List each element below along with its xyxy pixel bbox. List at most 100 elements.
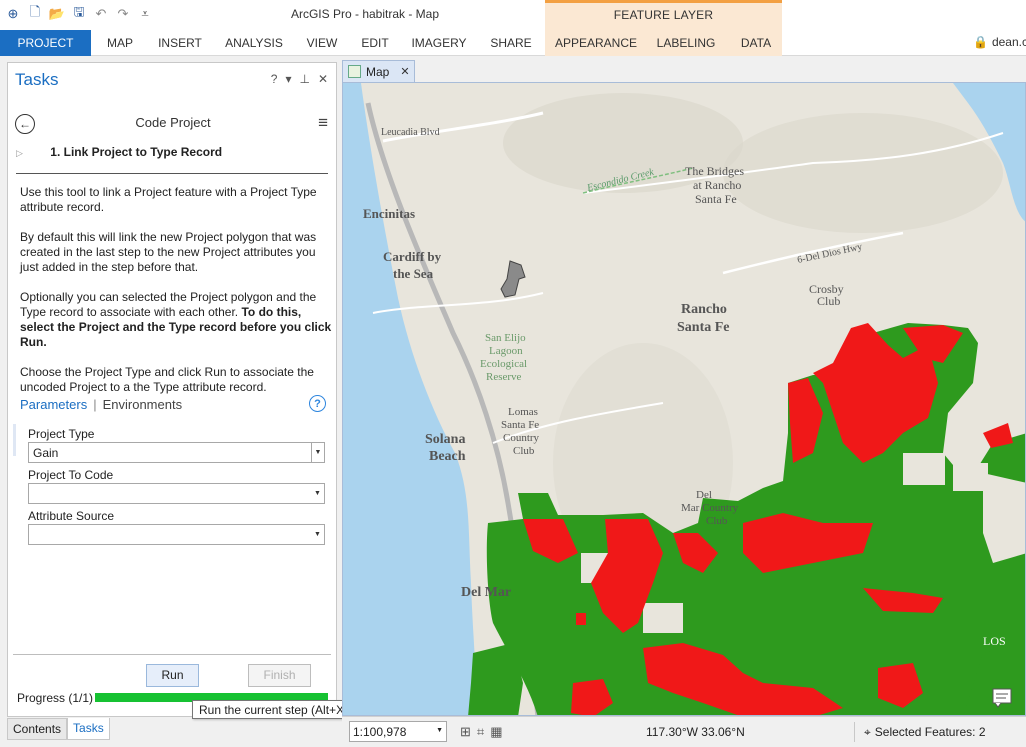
chevron-down-icon[interactable]: ▼ [311,525,324,544]
project-type-value: Gain [33,446,59,460]
hamburger-menu-icon[interactable]: ≡ [318,114,328,131]
attribute-source-select[interactable]: ▼ [28,524,325,545]
map-label-road: Leucadia Blvd [381,127,440,138]
tab-edit[interactable]: EDIT [355,30,395,56]
land-parcel [953,463,988,491]
tab-view[interactable]: VIEW [300,30,344,56]
step-title: 1. Link Project to Type Record [50,145,223,159]
map-tools: ⊞ ⌗ ▦ [460,724,503,740]
map-label-place: Club [817,294,840,308]
tab-insert[interactable]: INSERT [152,30,208,56]
map-label-place: Country [503,432,540,444]
tab-share[interactable]: SHARE [484,30,538,56]
chevron-down-icon[interactable]: ▼ [436,727,443,734]
parameter-tabs: Parameters | Environments [20,397,182,412]
project-type-select[interactable]: Gain ▼ [28,442,325,463]
instruction-paragraph: Choose the Project Type and click Run to… [20,365,314,394]
close-icon[interactable]: ✕ [318,72,328,86]
map-label-city: Encinitas [363,206,415,221]
map-canvas[interactable]: Leucadia Blvd Encinitas Cardiff by the S… [342,82,1026,716]
run-button[interactable]: Run [146,664,199,687]
scale-value: 1:100,978 [353,725,407,739]
map-label-city: Beach [429,449,466,464]
cursor-coordinates: 117.30°W 33.06°N [646,725,745,739]
help-icon[interactable]: ? [271,72,278,86]
signed-in-user[interactable]: 🔒 dean.c [973,35,1026,49]
task-name: Code Project [135,115,211,130]
tab-labeling[interactable]: LABELING [653,30,719,56]
tab-contents[interactable]: Contents [7,718,68,740]
map-label-reserve: Reserve [486,371,522,383]
divider [854,722,855,742]
habitat-loss-polygon [623,580,635,596]
habitat-gain-polygon [468,643,523,715]
active-parameter-indicator [13,424,16,456]
map-label-place: Club [706,515,728,527]
chevron-down-icon[interactable]: ▼ [311,484,324,503]
map-view-tab[interactable]: Map ✕ [342,60,415,82]
map-label-city: Solana [425,432,465,447]
selection-icon: ⌖ [864,725,871,739]
tab-project[interactable]: PROJECT [0,30,91,56]
tab-parameters[interactable]: Parameters [20,397,87,412]
map-label-place: Santa Fe [501,419,539,431]
tab-imagery[interactable]: IMAGERY [406,30,472,56]
tab-environments[interactable]: Environments [103,397,182,412]
tab-separator: | [93,397,97,412]
run-tooltip: Run the current step (Alt+X) [192,700,356,719]
habitat-loss-polygon [576,613,586,625]
tab-analysis[interactable]: ANALYSIS [220,30,288,56]
pane-options-icon[interactable]: ▾ [285,72,291,86]
map-label-city: Rancho [681,302,727,317]
map-label-place: LOS [983,634,1006,648]
map-label-city: Cardiff by [383,249,442,264]
map-label-reserve: Lagoon [489,345,523,357]
land-parcel [903,453,945,485]
step-header[interactable]: ▷ 1. Link Project to Type Record [16,145,222,159]
expand-caret-icon[interactable]: ▷ [16,148,23,158]
table-grid-icon[interactable]: ▦ [490,724,502,740]
scale-select[interactable]: 1:100,978 ▼ [349,721,447,742]
finish-button[interactable]: Finish [248,664,311,687]
map-label-reserve: San Elijo [485,332,526,344]
project-type-label: Project Type [28,427,95,441]
fixed-zoom-icon[interactable]: ⊞ [460,724,471,740]
tab-data[interactable]: DATA [733,30,779,56]
map-status-bar: 1:100,978 ▼ ⊞ ⌗ ▦ 117.30°W 33.06°N ⌖ Sel… [342,716,1026,747]
tab-tasks[interactable]: Tasks [67,718,110,740]
tab-appearance[interactable]: APPEARANCE [550,30,642,56]
land-parcel [643,603,683,633]
divider [16,173,328,174]
map-label-city: the Sea [393,266,434,281]
tab-map[interactable]: MAP [100,30,140,56]
contextual-tab-group: FEATURE LAYER [545,0,782,30]
map-label-place: Santa Fe [695,192,737,206]
map-label-city: Santa Fe [677,320,730,335]
chevron-down-icon[interactable]: ▼ [311,443,324,462]
map-label-reserve: Ecological [480,358,527,370]
map-label-place: Del [696,489,712,501]
map-label-place: The Bridges [685,164,744,178]
task-instructions: Use this tool to link a Project feature … [20,185,336,410]
map-label-place: Club [513,445,535,457]
tool-help-icon[interactable]: ? [309,395,326,412]
map-label-place: at Rancho [693,178,741,192]
pin-icon[interactable]: ⊥ [299,72,309,86]
divider [13,654,331,655]
close-icon[interactable]: ✕ [400,65,409,78]
selected-features[interactable]: ⌖ Selected Features: 2 [864,725,986,740]
project-to-code-select[interactable]: ▼ [28,483,325,504]
land-parcel [983,473,1025,563]
pane-title: Tasks [15,70,59,89]
instruction-paragraph: Optionally you can selected the Project … [20,290,336,350]
map-label-place: Lomas [508,406,538,418]
pane-controls: ? ▾ ⊥ ✕ [271,72,328,86]
selected-features-label: Selected Features: 2 [874,725,986,739]
grid-snap-icon[interactable]: ⌗ [477,724,484,740]
instruction-paragraph: Use this tool to link a Project feature … [20,185,317,214]
project-to-code-label: Project To Code [28,468,114,482]
pane-switcher: Contents Tasks [7,718,110,740]
instruction-paragraph: By default this will link the new Projec… [20,230,317,274]
progress-label: Progress (1/1) [17,691,94,705]
terrain-shade [723,113,1003,233]
